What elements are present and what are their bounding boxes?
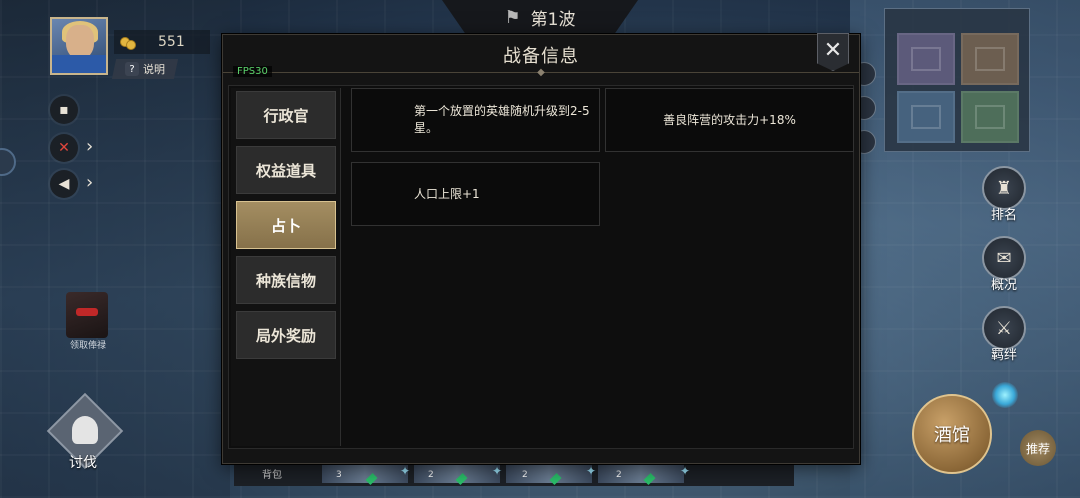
microphone-button[interactable]: ✕ — [50, 134, 78, 162]
bench-slot[interactable] — [598, 463, 684, 483]
dialog-body: 行政官 权益道具 占卜 种族信物 局外奖励 第一个放置的英雄随机升级到2-5星。… — [228, 85, 854, 449]
chevron-right-icon[interactable]: › — [86, 172, 93, 193]
tavern-label: 酒馆 — [934, 425, 970, 446]
hero-armor — [52, 55, 106, 73]
chat-button[interactable]: ▪ — [50, 96, 78, 124]
battle-prep-dialog: 战备信息 ◆ ✕ FPS30 行政官 权益道具 占卜 种族信物 局外奖励 第一个… — [222, 33, 860, 464]
bond-label: 羁绊 — [990, 348, 1017, 363]
tab-race-tokens[interactable]: 种族信物 — [236, 256, 336, 304]
minimap-board-4[interactable] — [961, 91, 1019, 143]
divination-card[interactable]: 人口上限+1 — [351, 162, 600, 226]
dialog-header: 战备信息 ◆ — [223, 35, 859, 78]
minimap-board-2[interactable] — [961, 33, 1019, 85]
sparkle-icon: ✦ — [492, 464, 503, 478]
close-button[interactable]: ✕ — [817, 33, 849, 71]
wave-banner: ⚑ 第1波 — [442, 0, 638, 34]
backpack-label[interactable]: 背包 — [262, 466, 282, 481]
fps-counter: FPS30 — [233, 66, 272, 77]
minimap-board-1[interactable] — [897, 33, 955, 85]
glow-orb — [992, 382, 1018, 408]
gold-coin-icon — [126, 40, 136, 50]
crusade-label: 讨伐 — [69, 455, 97, 471]
recommend-label: 推荐 — [1025, 441, 1050, 456]
minimap[interactable] — [884, 8, 1030, 152]
hero-face — [66, 25, 94, 59]
divination-card-text: 第一个放置的英雄随机升级到2-5星。 — [414, 104, 590, 135]
speaker-icon: ◀ — [58, 176, 70, 192]
divination-content: 第一个放置的英雄随机升级到2-5星。 善良阵营的攻击力+18% 人口上限+1 — [347, 88, 854, 446]
gold-value: 551 — [158, 34, 185, 50]
reward-label: 领取俸禄 — [69, 341, 106, 351]
overview-label: 概况 — [990, 278, 1017, 293]
hero-portrait[interactable] — [50, 17, 108, 75]
divination-card-text: 善良阵营的攻击力+18% — [663, 112, 796, 127]
speaker-button[interactable]: ◀ — [50, 170, 78, 198]
tab-administrator[interactable]: 行政官 — [236, 91, 336, 139]
divination-card-text: 人口上限+1 — [414, 186, 480, 201]
minimap-board-3[interactable] — [897, 91, 955, 143]
category-tabs: 行政官 权益道具 占卜 种族信物 局外奖励 — [231, 88, 341, 446]
help-label: 说明 — [143, 63, 165, 76]
chevron-right-icon[interactable]: › — [86, 136, 93, 157]
flag-icon: ⚑ — [504, 6, 521, 28]
wave-title: 第1波 — [530, 9, 576, 30]
gold-counter: 551 — [114, 30, 210, 54]
bench-star-count: 2 — [616, 470, 622, 480]
microphone-muted-icon: ✕ — [58, 140, 70, 156]
chat-icon: ▪ — [59, 102, 69, 118]
recommend-button[interactable]: 推荐 — [1020, 430, 1056, 466]
castle-icon: ♜ — [995, 177, 1013, 199]
scroll-icon: ✉ — [996, 247, 1012, 269]
sparkle-icon: ✦ — [680, 464, 691, 478]
bench-star-count: 2 — [522, 470, 528, 480]
divination-card[interactable]: 善良阵营的攻击力+18% — [605, 88, 854, 152]
sparkle-icon: ✦ — [400, 464, 411, 478]
tavern-button[interactable]: 酒馆 — [912, 394, 992, 474]
help-button[interactable]: ? 说明 — [111, 59, 179, 79]
crossed-swords-icon: ⚔ — [995, 317, 1013, 339]
close-icon: ✕ — [823, 38, 843, 63]
rank-label: 排名 — [990, 208, 1017, 223]
bench-star-count: 3 — [336, 470, 342, 480]
ornament-icon: ◆ — [537, 67, 545, 78]
bench-star-count: 2 — [428, 470, 434, 480]
dialog-title: 战备信息 — [503, 46, 579, 67]
tab-divination[interactable]: 占卜 — [236, 201, 336, 249]
tab-privilege-items[interactable]: 权益道具 — [236, 146, 336, 194]
question-icon: ? — [125, 62, 139, 76]
tab-external-rewards[interactable]: 局外奖励 — [236, 311, 336, 359]
sparkle-icon: ✦ — [586, 464, 597, 478]
reward-avatar[interactable] — [66, 292, 108, 338]
divination-card[interactable]: 第一个放置的英雄随机升级到2-5星。 — [351, 88, 600, 152]
helmet-icon — [72, 416, 98, 444]
